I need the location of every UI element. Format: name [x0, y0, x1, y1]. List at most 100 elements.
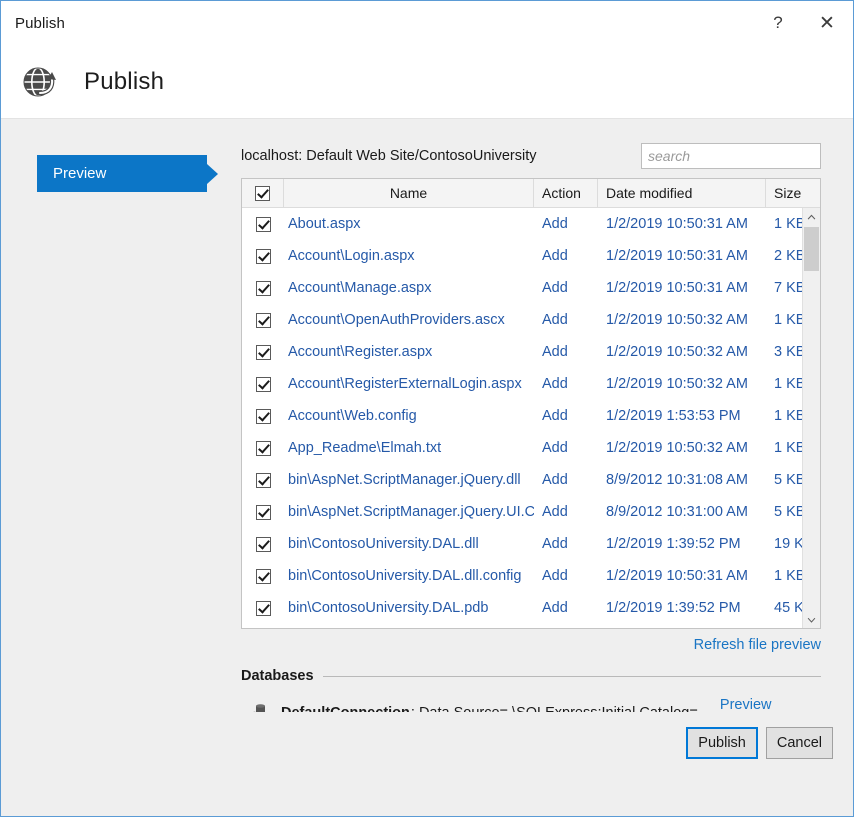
- row-checkbox-cell[interactable]: [242, 313, 284, 328]
- cell-date-modified: 1/2/2019 10:50:32 AM: [598, 440, 766, 456]
- row-checkbox-cell[interactable]: [242, 409, 284, 424]
- row-checkbox-cell[interactable]: [242, 281, 284, 296]
- cell-date-modified: 1/2/2019 1:53:53 PM: [598, 408, 766, 424]
- cell-date-modified: 1/2/2019 10:50:32 AM: [598, 344, 766, 360]
- cell-action: Add: [534, 600, 598, 616]
- row-checkbox[interactable]: [256, 249, 271, 264]
- window-controls: ? ✕: [755, 1, 853, 45]
- row-checkbox-cell[interactable]: [242, 377, 284, 392]
- table-row[interactable]: Account\Web.configAdd1/2/2019 1:53:53 PM…: [242, 400, 802, 432]
- cell-action: Add: [534, 248, 598, 264]
- column-header-action[interactable]: Action: [534, 179, 598, 207]
- row-checkbox-cell[interactable]: [242, 569, 284, 584]
- cell-size: 19 K: [766, 536, 802, 552]
- table-row[interactable]: Account\RegisterExternalLogin.aspxAdd1/2…: [242, 368, 802, 400]
- cell-action: Add: [534, 280, 598, 296]
- tab-preview-label: Preview: [53, 165, 106, 182]
- databases-divider: [323, 676, 821, 677]
- row-checkbox-cell[interactable]: [242, 505, 284, 520]
- close-button[interactable]: ✕: [801, 1, 853, 45]
- cell-date-modified: 1/2/2019 10:50:31 AM: [598, 280, 766, 296]
- cell-file-name: Account\OpenAuthProviders.ascx: [284, 312, 534, 328]
- row-checkbox[interactable]: [256, 281, 271, 296]
- file-preview-grid: Name Action Date modified Size About.asp…: [241, 178, 821, 629]
- row-checkbox-cell[interactable]: [242, 473, 284, 488]
- cell-date-modified: 1/2/2019 1:39:52 PM: [598, 600, 766, 616]
- cell-file-name: bin\ContosoUniversity.DAL.pdb: [284, 600, 534, 616]
- cell-size: 5 KB: [766, 472, 802, 488]
- row-checkbox-cell[interactable]: [242, 345, 284, 360]
- row-checkbox[interactable]: [256, 505, 271, 520]
- row-checkbox[interactable]: [256, 377, 271, 392]
- scroll-up-icon[interactable]: [803, 208, 820, 225]
- cell-size: 1 KB: [766, 312, 802, 328]
- table-row[interactable]: bin\ContosoUniversity.DAL.pdbAdd1/2/2019…: [242, 592, 802, 624]
- dialog-body: Preview localhost: Default Web Site/Cont…: [1, 119, 853, 774]
- cell-date-modified: 1/2/2019 10:50:32 AM: [598, 376, 766, 392]
- publish-dialog: Publish ? ✕ Publish Pre: [0, 0, 854, 817]
- table-row[interactable]: bin\AspNet.ScriptManager.jQuery.dllAdd8/…: [242, 464, 802, 496]
- help-button[interactable]: ?: [755, 1, 801, 45]
- cell-size: 1 KB: [766, 440, 802, 456]
- cell-file-name: Account\Login.aspx: [284, 248, 534, 264]
- row-checkbox-cell[interactable]: [242, 601, 284, 616]
- refresh-file-preview-link[interactable]: Refresh file preview: [694, 637, 821, 653]
- cell-action: Add: [534, 312, 598, 328]
- grid-header-row: Name Action Date modified Size: [242, 179, 820, 208]
- tab-preview[interactable]: Preview: [37, 155, 207, 192]
- column-header-size[interactable]: Size: [766, 179, 818, 207]
- table-row[interactable]: Account\Login.aspxAdd1/2/2019 10:50:31 A…: [242, 240, 802, 272]
- scrollbar-thumb[interactable]: [804, 227, 819, 271]
- publish-button[interactable]: Publish: [686, 727, 758, 759]
- cell-size: 7 KB: [766, 280, 802, 296]
- databases-group-header: Databases: [241, 668, 821, 684]
- row-checkbox[interactable]: [256, 601, 271, 616]
- select-all-cell[interactable]: [242, 179, 284, 207]
- row-checkbox[interactable]: [256, 409, 271, 424]
- row-checkbox-cell[interactable]: [242, 441, 284, 456]
- cell-action: Add: [534, 216, 598, 232]
- row-checkbox[interactable]: [256, 441, 271, 456]
- row-checkbox[interactable]: [256, 537, 271, 552]
- row-checkbox[interactable]: [256, 569, 271, 584]
- cell-size: 1 KB: [766, 216, 802, 232]
- table-row[interactable]: About.aspxAdd1/2/2019 10:50:31 AM1 KB: [242, 208, 802, 240]
- cell-file-name: App_Readme\Elmah.txt: [284, 440, 534, 456]
- cell-size: 2 KB: [766, 248, 802, 264]
- row-checkbox[interactable]: [256, 217, 271, 232]
- table-row[interactable]: Account\OpenAuthProviders.ascxAdd1/2/201…: [242, 304, 802, 336]
- title-bar: Publish ? ✕: [1, 1, 853, 45]
- table-row[interactable]: bin\ContosoUniversity.DAL.dllAdd1/2/2019…: [242, 528, 802, 560]
- window-title: Publish: [1, 15, 65, 32]
- cell-size: 1 KB: [766, 408, 802, 424]
- row-checkbox-cell[interactable]: [242, 217, 284, 232]
- cell-size: 1 KB: [766, 376, 802, 392]
- row-checkbox[interactable]: [256, 345, 271, 360]
- table-row[interactable]: Account\Register.aspxAdd1/2/2019 10:50:3…: [242, 336, 802, 368]
- select-all-checkbox[interactable]: [255, 186, 270, 201]
- cell-file-name: Account\Web.config: [284, 408, 534, 424]
- cell-size: 5 KB: [766, 504, 802, 520]
- cell-date-modified: 8/9/2012 10:31:00 AM: [598, 504, 766, 520]
- column-header-date-modified[interactable]: Date modified: [598, 179, 766, 207]
- grid-body: About.aspxAdd1/2/2019 10:50:31 AM1 KBAcc…: [242, 208, 820, 628]
- cell-date-modified: 8/9/2012 10:31:08 AM: [598, 472, 766, 488]
- column-header-name[interactable]: Name: [284, 179, 534, 207]
- row-checkbox-cell[interactable]: [242, 249, 284, 264]
- scroll-down-icon[interactable]: [803, 611, 820, 628]
- row-checkbox[interactable]: [256, 313, 271, 328]
- table-row[interactable]: bin\ContosoUniversity.DAL.dll.configAdd1…: [242, 560, 802, 592]
- row-checkbox[interactable]: [256, 473, 271, 488]
- grid-vertical-scrollbar[interactable]: [802, 208, 820, 628]
- cell-file-name: Account\Manage.aspx: [284, 280, 534, 296]
- table-row[interactable]: bin\AspNet.ScriptManager.jQuery.UI.CAdd8…: [242, 496, 802, 528]
- row-checkbox-cell[interactable]: [242, 537, 284, 552]
- search-input[interactable]: [641, 143, 821, 169]
- cell-action: Add: [534, 440, 598, 456]
- cancel-button[interactable]: Cancel: [766, 727, 833, 759]
- preview-toolbar: localhost: Default Web Site/ContosoUnive…: [241, 143, 821, 169]
- cell-file-name: bin\ContosoUniversity.DAL.dll.config: [284, 568, 534, 584]
- table-row[interactable]: Account\Manage.aspxAdd1/2/2019 10:50:31 …: [242, 272, 802, 304]
- tab-list: Preview: [37, 155, 207, 192]
- table-row[interactable]: App_Readme\Elmah.txtAdd1/2/2019 10:50:32…: [242, 432, 802, 464]
